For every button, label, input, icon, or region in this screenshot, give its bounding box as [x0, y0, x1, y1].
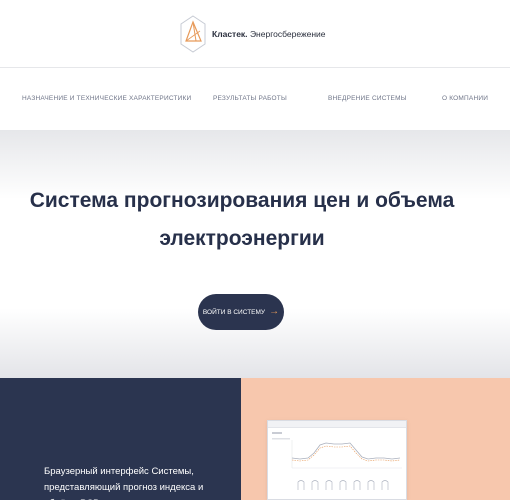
brand-name: Кластек.: [212, 29, 248, 39]
site-header: Кластек. Энергосбережение: [0, 0, 510, 68]
main-nav: Назначение и технические характеристики …: [0, 70, 510, 130]
feature-text-panel: Браузерный интерфейс Системы, представля…: [0, 378, 241, 500]
hero-title: Система прогнозирования цен и объема эле…: [0, 182, 484, 258]
feature-text-line1: Браузерный интерфейс Системы,: [44, 466, 194, 477]
feature-image-panel: [241, 378, 510, 500]
nav-item-about[interactable]: О компании: [442, 95, 488, 102]
brand-text: Кластек. Энергосбережение: [212, 29, 326, 39]
brand-tagline: Энергосбережение: [249, 29, 326, 39]
polygon-logo-icon: [180, 15, 206, 53]
brand-logo[interactable]: Кластек. Энергосбережение: [178, 14, 326, 54]
feature-text-line2: представляющий прогноз индекса и объёма …: [44, 482, 204, 500]
feature-description: Браузерный интерфейс Системы, представля…: [44, 464, 234, 500]
nav-item-results[interactable]: Результаты работы: [213, 95, 287, 102]
browser-toolbar: [268, 421, 406, 428]
browser-screenshot-image: [267, 420, 407, 500]
nav-item-purpose[interactable]: Назначение и технические характеристики: [22, 95, 191, 102]
login-button-label: Войти в систему: [202, 308, 266, 316]
hero-title-line1: Система прогнозирования цен и объема: [29, 189, 455, 212]
hero-section: Система прогнозирования цен и объема эле…: [0, 130, 510, 378]
login-button[interactable]: Войти в систему →: [198, 294, 284, 330]
hero-title-line2: электроэнергии: [159, 227, 325, 250]
nav-item-implementation[interactable]: Внедрение системы: [328, 95, 407, 102]
arrow-right-icon: →: [269, 306, 280, 317]
forecast-chart-image: [272, 432, 402, 490]
